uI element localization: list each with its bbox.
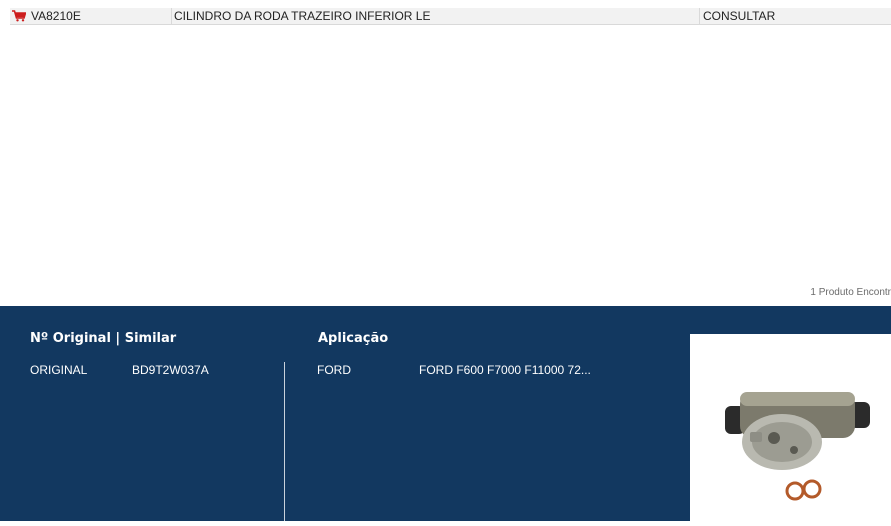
application-vehicles: FORD F600 F7000 F11000 72...: [419, 363, 591, 377]
details-panel: Nº Original | Similar Aplicação ORIGINAL…: [0, 306, 891, 521]
shopping-cart-icon[interactable]: [12, 10, 26, 22]
wheel-cylinder-picture: [725, 392, 870, 501]
original-header: Nº Original | Similar: [30, 331, 177, 346]
product-image: [690, 334, 891, 521]
product-code[interactable]: VA8210E: [31, 8, 171, 24]
application-brand: FORD: [317, 363, 351, 377]
table-row[interactable]: VA8210E CILINDRO DA RODA TRAZEIRO INFERI…: [10, 8, 891, 25]
results-table: VA8210E CILINDRO DA RODA TRAZEIRO INFERI…: [0, 0, 891, 306]
product-description: CILINDRO DA RODA TRAZEIRO INFERIOR LE: [171, 8, 702, 24]
column-divider: [284, 362, 285, 521]
original-number: BD9T2W037A: [132, 363, 209, 377]
results-count: 1 Produto Encontr: [810, 287, 891, 298]
original-type: ORIGINAL: [30, 363, 88, 377]
product-price: CONSULTAR: [699, 8, 891, 24]
aplicacao-header: Aplicação: [318, 331, 389, 346]
